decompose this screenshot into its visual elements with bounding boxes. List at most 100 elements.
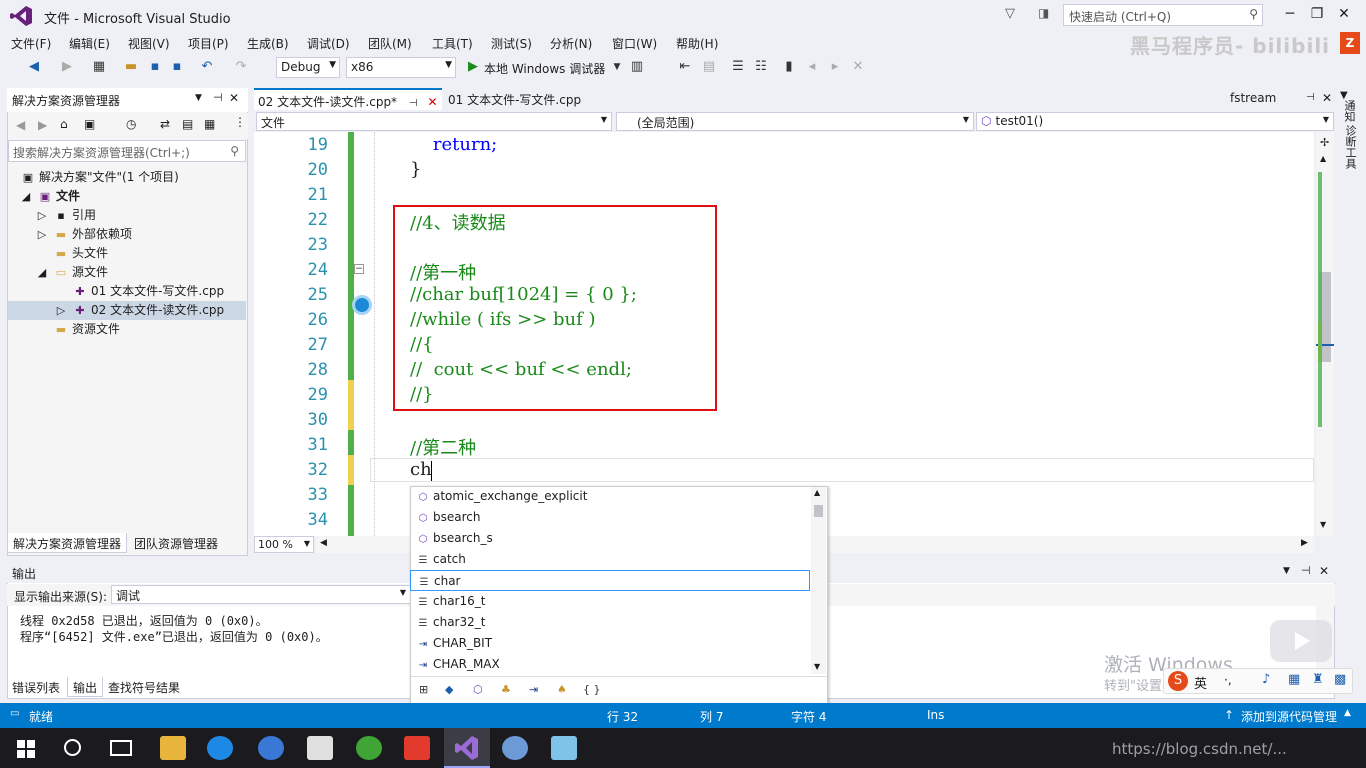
scroll-up-icon[interactable]: ▲ (1320, 154, 1326, 163)
attach-icon[interactable]: ▥ (628, 59, 646, 75)
undo-icon[interactable]: ↶ (198, 59, 216, 75)
forward-icon[interactable]: ▶ (38, 118, 47, 132)
bookmark-icon[interactable]: ▮ (780, 59, 798, 75)
filter-icon[interactable]: ▽ (1005, 6, 1015, 21)
uncomment-icon[interactable]: ☷ (752, 59, 770, 75)
config-select[interactable]: Debug ▼ (276, 57, 340, 78)
scroll-down-icon[interactable]: ▼ (1320, 520, 1326, 529)
save-all-icon[interactable]: ▪ (168, 59, 186, 75)
home-icon[interactable]: ⌂ (60, 117, 68, 131)
completion-item-selected[interactable]: ☰ char (410, 570, 810, 591)
quick-launch-input[interactable]: 快速启动 (Ctrl+Q) ⚲ (1063, 4, 1263, 26)
back-icon[interactable]: ◀ (25, 59, 43, 75)
close-icon[interactable]: ✕ (1319, 564, 1329, 578)
menu-project[interactable]: 项目(P) (188, 35, 229, 52)
visual-studio-taskbar-button[interactable] (444, 728, 490, 768)
ime-toolbar[interactable]: S 英 ·, ♪ ▦ ♜ ▩ (1163, 668, 1353, 694)
zoom-select[interactable]: 100 % ▼ (254, 536, 314, 553)
grid-icon[interactable]: ▩ (1334, 672, 1346, 687)
clear-bookmark-icon[interactable]: ✕ (849, 59, 867, 75)
task-view-icon[interactable] (110, 740, 132, 756)
collapse-all-icon[interactable]: ▤ (182, 117, 193, 131)
scroll-left-icon[interactable]: ◀ (320, 538, 327, 548)
completion-item[interactable]: ☰ catch (410, 549, 810, 570)
platform-select[interactable]: x86 ▼ (346, 57, 456, 78)
menu-help[interactable]: 帮助(H) (676, 35, 718, 52)
tab-find-symbol-results[interactable]: 查找符号结果 (103, 677, 185, 697)
function-select[interactable]: ⬡ test01() ▼ (976, 112, 1334, 131)
step-over-icon[interactable]: ▤ (700, 59, 718, 75)
scroll-down-icon[interactable]: ▼ (814, 662, 820, 671)
step-icon[interactable]: ⇤ (676, 59, 694, 75)
chevron-down-icon[interactable]: ▼ (195, 93, 202, 103)
filter-class-icon[interactable]: ◆ (445, 683, 453, 696)
keyboard-icon[interactable]: ▦ (1288, 672, 1300, 687)
feedback-icon[interactable]: ◨ (1038, 6, 1049, 20)
back-icon[interactable]: ◀ (16, 118, 25, 132)
menu-debug[interactable]: 调试(D) (307, 35, 350, 52)
tree-item-references[interactable]: ▷ ▪ 引用 (34, 206, 96, 225)
scroll-thumb[interactable] (814, 505, 823, 517)
show-all-files-icon[interactable]: ▦ (204, 117, 215, 131)
ime-mode-icon[interactable]: 英 (1194, 673, 1207, 692)
pin-icon[interactable]: ⊣ (213, 91, 223, 104)
completion-item[interactable]: ⬡ bsearch (410, 507, 810, 528)
redo-icon[interactable]: ↷ (232, 59, 250, 75)
tab-read-file-cpp[interactable]: 02 文本文件-读文件.cpp* ⊣ ✕ (254, 88, 442, 110)
completion-item[interactable]: ⇥ CHAR_MAX (410, 654, 810, 675)
forward-icon[interactable]: ▶ (58, 59, 76, 75)
tab-output[interactable]: 输出 (67, 677, 104, 697)
collapse-icon[interactable]: ▷ (34, 209, 50, 222)
tab-fstream[interactable]: fstream (1226, 88, 1280, 110)
filter-enum-icon[interactable]: ♣ (501, 683, 511, 696)
add-to-source-control-button[interactable]: 添加到源代码管理 (1241, 708, 1337, 725)
split-icon[interactable]: ✢ (1320, 136, 1329, 149)
menu-tools[interactable]: 工具(T) (432, 35, 473, 52)
completion-item[interactable]: ☰ char16_t (410, 591, 810, 612)
close-icon[interactable]: ✕ (427, 95, 437, 109)
pin-icon[interactable]: ⊣ (409, 98, 418, 109)
close-button[interactable]: ✕ (1330, 4, 1358, 26)
filter-all-icon[interactable]: ⊞ (419, 683, 428, 696)
collapse-icon[interactable]: ▷ (34, 228, 50, 241)
tree-item-cpp-file-02[interactable]: ▷ ✚ 02 文本文件-读文件.cpp (53, 301, 224, 320)
global-scope-select[interactable]: (全局范围) ▼ (616, 112, 974, 131)
editor-vertical-scrollbar[interactable]: ✢ ▲ ▼ (1316, 132, 1334, 536)
file-explorer-icon[interactable] (160, 736, 186, 760)
mic-icon[interactable]: ♪ (1262, 672, 1270, 687)
tree-item-solution[interactable]: ▣ 解决方案"文件"(1 个项目) (20, 168, 179, 187)
tree-item-cpp-file-01[interactable]: ✚ 01 文本文件-写文件.cpp (72, 282, 224, 301)
tab-team-explorer[interactable]: 团队资源管理器 (129, 533, 223, 553)
video-play-icon[interactable] (1270, 620, 1332, 662)
filter-namespace-icon[interactable]: ♠ (557, 683, 567, 696)
windows-start-icon[interactable] (17, 740, 35, 761)
close-icon[interactable]: ✕ (229, 91, 239, 105)
pin-icon[interactable]: ⊣ (1306, 92, 1315, 103)
tree-item-header-files[interactable]: ▬ 头文件 (53, 244, 108, 263)
output-source-select[interactable]: 调试 ▼ (111, 585, 411, 604)
skin-icon[interactable]: ♜ (1312, 672, 1324, 687)
filter-snippet-icon[interactable]: { } (583, 683, 601, 696)
collapse-icon[interactable]: ▷ (53, 304, 69, 317)
completion-item[interactable]: ⬡ bsearch_s (410, 528, 810, 549)
completion-item[interactable]: ⬡ atomic_exchange_explicit (410, 486, 810, 507)
breakpoint-icon[interactable] (352, 295, 372, 315)
typora-icon[interactable] (307, 736, 333, 760)
menu-analyze[interactable]: 分析(N) (550, 35, 592, 52)
close-icon[interactable]: ✕ (1322, 91, 1332, 105)
save-icon[interactable]: ▪ (146, 59, 164, 75)
xmind-icon[interactable] (404, 736, 430, 760)
scroll-right-icon[interactable]: ▶ (1301, 538, 1308, 548)
sync-icon[interactable]: ⇄ (160, 117, 170, 131)
tree-item-external-deps[interactable]: ▷ ▬ 外部依赖项 (34, 225, 132, 244)
next-bookmark-icon[interactable]: ▸ (826, 59, 844, 75)
filter-function-icon[interactable]: ⬡ (473, 683, 483, 696)
menu-build[interactable]: 生成(B) (247, 35, 289, 52)
tree-item-source-files[interactable]: ◢ ▭ 源文件 (34, 263, 108, 282)
intellisense-scrollbar[interactable]: ▲ ▼ (811, 487, 826, 674)
properties-icon[interactable]: ⋮ (234, 115, 246, 129)
prev-bookmark-icon[interactable]: ◂ (803, 59, 821, 75)
menu-test[interactable]: 测试(S) (491, 35, 532, 52)
expand-icon[interactable]: ◢ (18, 190, 34, 203)
open-icon[interactable]: ▬ (122, 59, 140, 75)
